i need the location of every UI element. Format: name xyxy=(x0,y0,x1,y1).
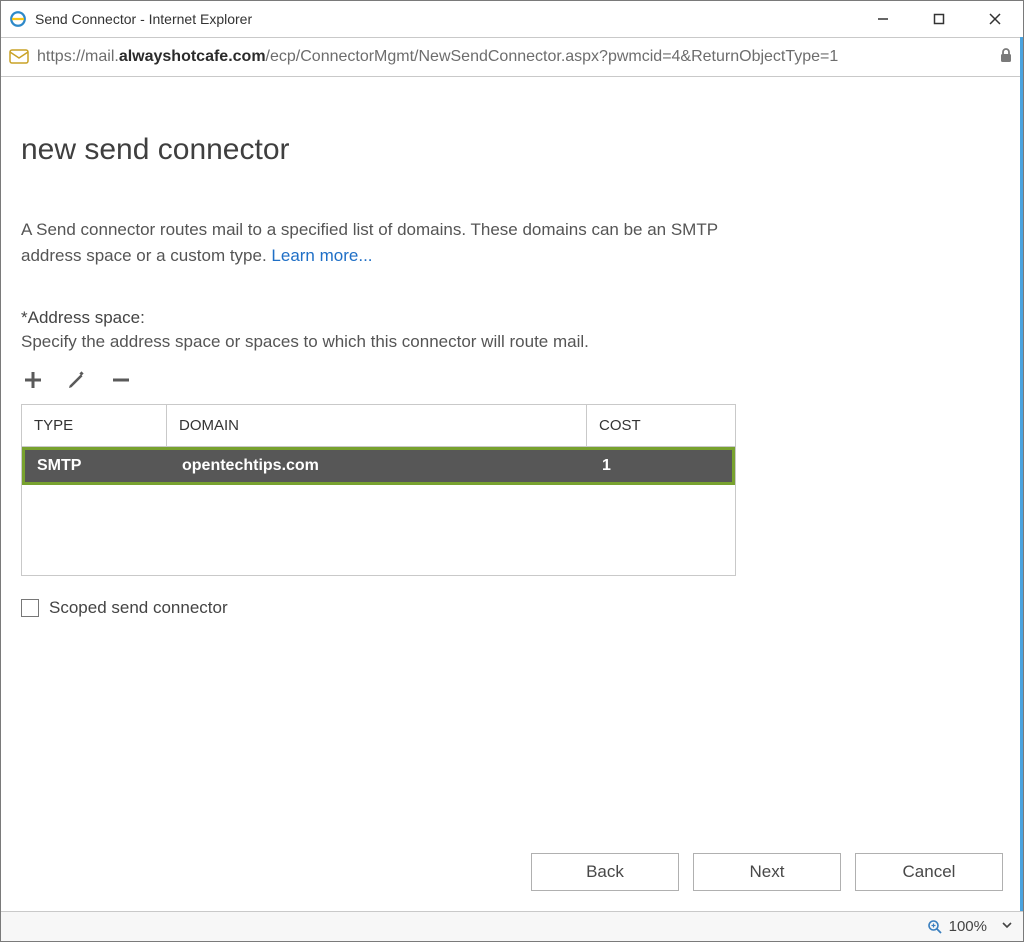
window-title: Send Connector - Internet Explorer xyxy=(35,11,252,27)
url-path: /ecp/ConnectorMgmt/NewSendConnector.aspx… xyxy=(266,48,839,65)
cell-type: SMTP xyxy=(25,457,170,475)
page-content: new send connector A Send connector rout… xyxy=(1,77,1023,911)
table-row[interactable]: SMTP opentechtips.com 1 xyxy=(22,447,735,485)
lock-icon xyxy=(999,47,1013,68)
back-button[interactable]: Back xyxy=(531,853,679,891)
cell-cost: 1 xyxy=(590,457,732,475)
scoped-checkbox-row: Scoped send connector xyxy=(21,598,1003,618)
col-header-type[interactable]: TYPE xyxy=(22,405,167,446)
minimize-button[interactable] xyxy=(855,1,911,37)
titlebar: Send Connector - Internet Explorer xyxy=(1,1,1023,37)
zoom-level[interactable]: 100% xyxy=(949,918,987,935)
col-header-domain[interactable]: DOMAIN xyxy=(167,405,587,446)
url-host: alwayshotcafe.com xyxy=(119,48,266,65)
table-body: SMTP opentechtips.com 1 xyxy=(22,447,735,575)
next-button[interactable]: Next xyxy=(693,853,841,891)
minus-icon xyxy=(110,369,132,396)
pencil-icon xyxy=(66,369,88,396)
status-bar: 100% xyxy=(1,911,1023,941)
chevron-down-icon[interactable] xyxy=(1001,918,1013,935)
url-text: https://mail.alwayshotcafe.com/ecp/Conne… xyxy=(37,48,989,66)
table-header: TYPE DOMAIN COST xyxy=(22,405,735,447)
zoom-icon[interactable] xyxy=(927,919,943,935)
col-header-cost[interactable]: COST xyxy=(587,405,735,446)
address-space-table: TYPE DOMAIN COST SMTP opentechtips.com 1 xyxy=(21,404,736,576)
learn-more-link[interactable]: Learn more... xyxy=(271,246,372,265)
scoped-checkbox[interactable] xyxy=(21,599,39,617)
close-button[interactable] xyxy=(967,1,1023,37)
window-controls xyxy=(855,1,1023,37)
scoped-checkbox-label: Scoped send connector xyxy=(49,598,228,618)
edit-button[interactable] xyxy=(65,370,89,394)
remove-button[interactable] xyxy=(109,370,133,394)
add-button[interactable] xyxy=(21,370,45,394)
browser-window: Send Connector - Internet Explorer https… xyxy=(0,0,1024,942)
url-scheme: https:// xyxy=(37,48,85,65)
ie-icon xyxy=(9,10,27,28)
scrollbar[interactable] xyxy=(1020,37,1023,911)
site-icon xyxy=(9,47,29,67)
address-space-desc: Specify the address space or spaces to w… xyxy=(21,332,1003,352)
url-sub: mail. xyxy=(85,48,119,65)
cell-domain: opentechtips.com xyxy=(170,457,590,475)
cancel-button[interactable]: Cancel xyxy=(855,853,1003,891)
address-space-label: *Address space: xyxy=(21,308,1003,328)
page-title: new send connector xyxy=(21,133,1003,167)
address-space-block: *Address space: Specify the address spac… xyxy=(21,308,1003,618)
address-bar[interactable]: https://mail.alwayshotcafe.com/ecp/Conne… xyxy=(1,37,1023,77)
plus-icon xyxy=(22,369,44,396)
intro-text-block: A Send connector routes mail to a specif… xyxy=(21,217,761,268)
table-toolbar xyxy=(21,370,1003,394)
wizard-footer: Back Next Cancel xyxy=(531,853,1003,891)
maximize-button[interactable] xyxy=(911,1,967,37)
